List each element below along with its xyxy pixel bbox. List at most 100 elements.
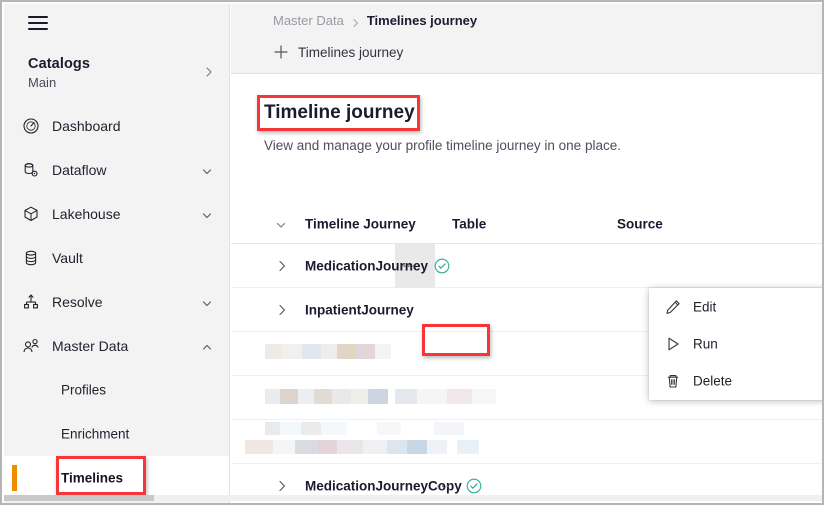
context-menu-item-delete[interactable]: Delete bbox=[649, 363, 822, 400]
context-menu-item-run[interactable]: Run bbox=[649, 325, 822, 362]
redacted-content bbox=[265, 344, 282, 359]
play-icon bbox=[665, 336, 681, 352]
ellipsis-icon[interactable]: ⋯ bbox=[402, 257, 419, 274]
redacted-content bbox=[280, 389, 298, 404]
chevron-down-icon[interactable] bbox=[201, 165, 212, 176]
redacted-content bbox=[395, 389, 417, 404]
chevron-down-icon[interactable] bbox=[201, 297, 212, 308]
redacted-content bbox=[265, 422, 280, 435]
row-context-menu: Edit Run Delete bbox=[649, 288, 822, 400]
app-window: Catalogs Main Dashboard Dataflow Lakehou… bbox=[0, 0, 824, 505]
people-icon bbox=[22, 337, 40, 355]
sidebar: Catalogs Main Dashboard Dataflow Lakehou… bbox=[4, 4, 230, 503]
chevron-down-icon[interactable] bbox=[275, 218, 287, 230]
redacted-content bbox=[245, 440, 273, 454]
sidebar-item-label: Resolve bbox=[52, 294, 103, 310]
sidebar-item-label: Dataflow bbox=[52, 162, 107, 178]
table-row[interactable] bbox=[231, 420, 822, 464]
redacted-content bbox=[332, 389, 351, 404]
catalog-subtitle: Main bbox=[28, 75, 57, 90]
ellipsis-icon[interactable]: ⋯ bbox=[436, 477, 453, 494]
redacted-content bbox=[321, 422, 347, 435]
sidebar-item-master-data[interactable]: Master Data bbox=[4, 324, 229, 368]
redacted-content bbox=[434, 422, 464, 435]
main-area: Master Data Timelines journey Timelines … bbox=[231, 4, 822, 503]
catalog-selector[interactable]: Catalogs Main bbox=[4, 56, 229, 94]
redacted-content bbox=[317, 440, 337, 454]
redacted-content bbox=[302, 344, 321, 359]
sidebar-item-label: Vault bbox=[52, 250, 83, 266]
redacted-content bbox=[295, 440, 317, 454]
redacted-content bbox=[298, 389, 314, 404]
sidebar-item-dataflow[interactable]: Dataflow bbox=[4, 148, 229, 192]
page-subtitle: View and manage your profile timeline jo… bbox=[264, 138, 621, 153]
sidebar-item-timelines[interactable]: Timelines bbox=[4, 456, 229, 500]
column-header-table[interactable]: Table bbox=[452, 216, 486, 231]
context-menu-item-edit[interactable]: Edit bbox=[649, 288, 822, 325]
sidebar-item-label: Dashboard bbox=[52, 118, 121, 134]
table-row[interactable]: MedicationJourney ⋯ bbox=[231, 244, 822, 288]
sidebar-subitem-label: Enrichment bbox=[61, 426, 130, 442]
redacted-content bbox=[273, 440, 295, 454]
breadcrumb-parent[interactable]: Master Data bbox=[273, 13, 344, 28]
redacted-content bbox=[356, 344, 375, 359]
check-circle-icon bbox=[466, 478, 482, 494]
redacted-content bbox=[387, 440, 407, 454]
catalog-title: Catalogs bbox=[28, 56, 91, 72]
chevron-right-icon bbox=[351, 16, 360, 27]
database-gear-icon bbox=[22, 161, 40, 179]
redacted-content bbox=[417, 389, 447, 404]
page-title: Timeline journey bbox=[264, 102, 415, 123]
breadcrumb-current: Timelines journey bbox=[366, 13, 478, 28]
check-circle-icon bbox=[434, 258, 450, 274]
context-menu-label: Delete bbox=[693, 373, 733, 389]
redacted-content bbox=[321, 344, 337, 359]
redacted-content bbox=[314, 389, 332, 404]
chevron-right-icon[interactable] bbox=[277, 303, 288, 316]
redacted-content bbox=[280, 422, 301, 435]
redacted-content bbox=[282, 344, 302, 359]
redacted-content bbox=[407, 440, 427, 454]
redacted-content bbox=[472, 389, 496, 404]
tab-timelines-journey[interactable]: Timelines journey bbox=[273, 44, 403, 60]
redacted-content bbox=[363, 440, 387, 454]
redacted-content bbox=[337, 344, 356, 359]
sidebar-item-label: Master Data bbox=[52, 338, 129, 354]
column-header-source[interactable]: Source bbox=[617, 216, 663, 231]
plus-icon[interactable] bbox=[273, 44, 289, 60]
horizontal-scrollbar[interactable] bbox=[4, 495, 822, 501]
scrollbar-thumb[interactable] bbox=[4, 495, 154, 501]
redacted-content bbox=[301, 422, 321, 435]
chevron-down-icon[interactable] bbox=[201, 209, 212, 220]
chevron-up-icon[interactable] bbox=[201, 341, 212, 352]
hierarchy-icon bbox=[22, 293, 40, 311]
redacted-content bbox=[375, 344, 391, 359]
table-header: Timeline Journey Table Source bbox=[231, 204, 822, 244]
sidebar-item-profiles[interactable]: Profiles bbox=[4, 368, 229, 412]
sidebar-item-dashboard[interactable]: Dashboard bbox=[4, 104, 229, 148]
sidebar-item-vault[interactable]: Vault bbox=[4, 236, 229, 280]
column-header-timeline-journey[interactable]: Timeline Journey bbox=[305, 216, 416, 231]
sidebar-item-enrichment[interactable]: Enrichment bbox=[4, 412, 229, 456]
context-menu-label: Edit bbox=[693, 299, 717, 315]
redacted-content bbox=[457, 440, 479, 454]
row-name: InpatientJourney bbox=[305, 302, 414, 317]
chevron-right-icon[interactable] bbox=[277, 259, 288, 272]
breadcrumb: Master Data Timelines journey bbox=[273, 13, 477, 28]
redacted-content bbox=[377, 422, 401, 435]
sidebar-subitem-label: Profiles bbox=[61, 382, 107, 398]
redacted-content bbox=[447, 389, 472, 404]
trash-icon bbox=[665, 373, 681, 389]
tab-label: Timelines journey bbox=[298, 44, 404, 60]
sidebar-item-lakehouse[interactable]: Lakehouse bbox=[4, 192, 229, 236]
sidebar-item-label: Lakehouse bbox=[52, 206, 121, 222]
redacted-content bbox=[337, 440, 363, 454]
chevron-right-icon[interactable] bbox=[277, 479, 288, 492]
chevron-right-icon bbox=[203, 65, 214, 77]
redacted-content bbox=[265, 389, 280, 404]
sidebar-item-resolve[interactable]: Resolve bbox=[4, 280, 229, 324]
hamburger-icon[interactable] bbox=[28, 16, 48, 30]
redacted-content bbox=[427, 440, 447, 454]
context-menu-label: Run bbox=[693, 336, 718, 352]
redacted-content bbox=[351, 389, 368, 404]
